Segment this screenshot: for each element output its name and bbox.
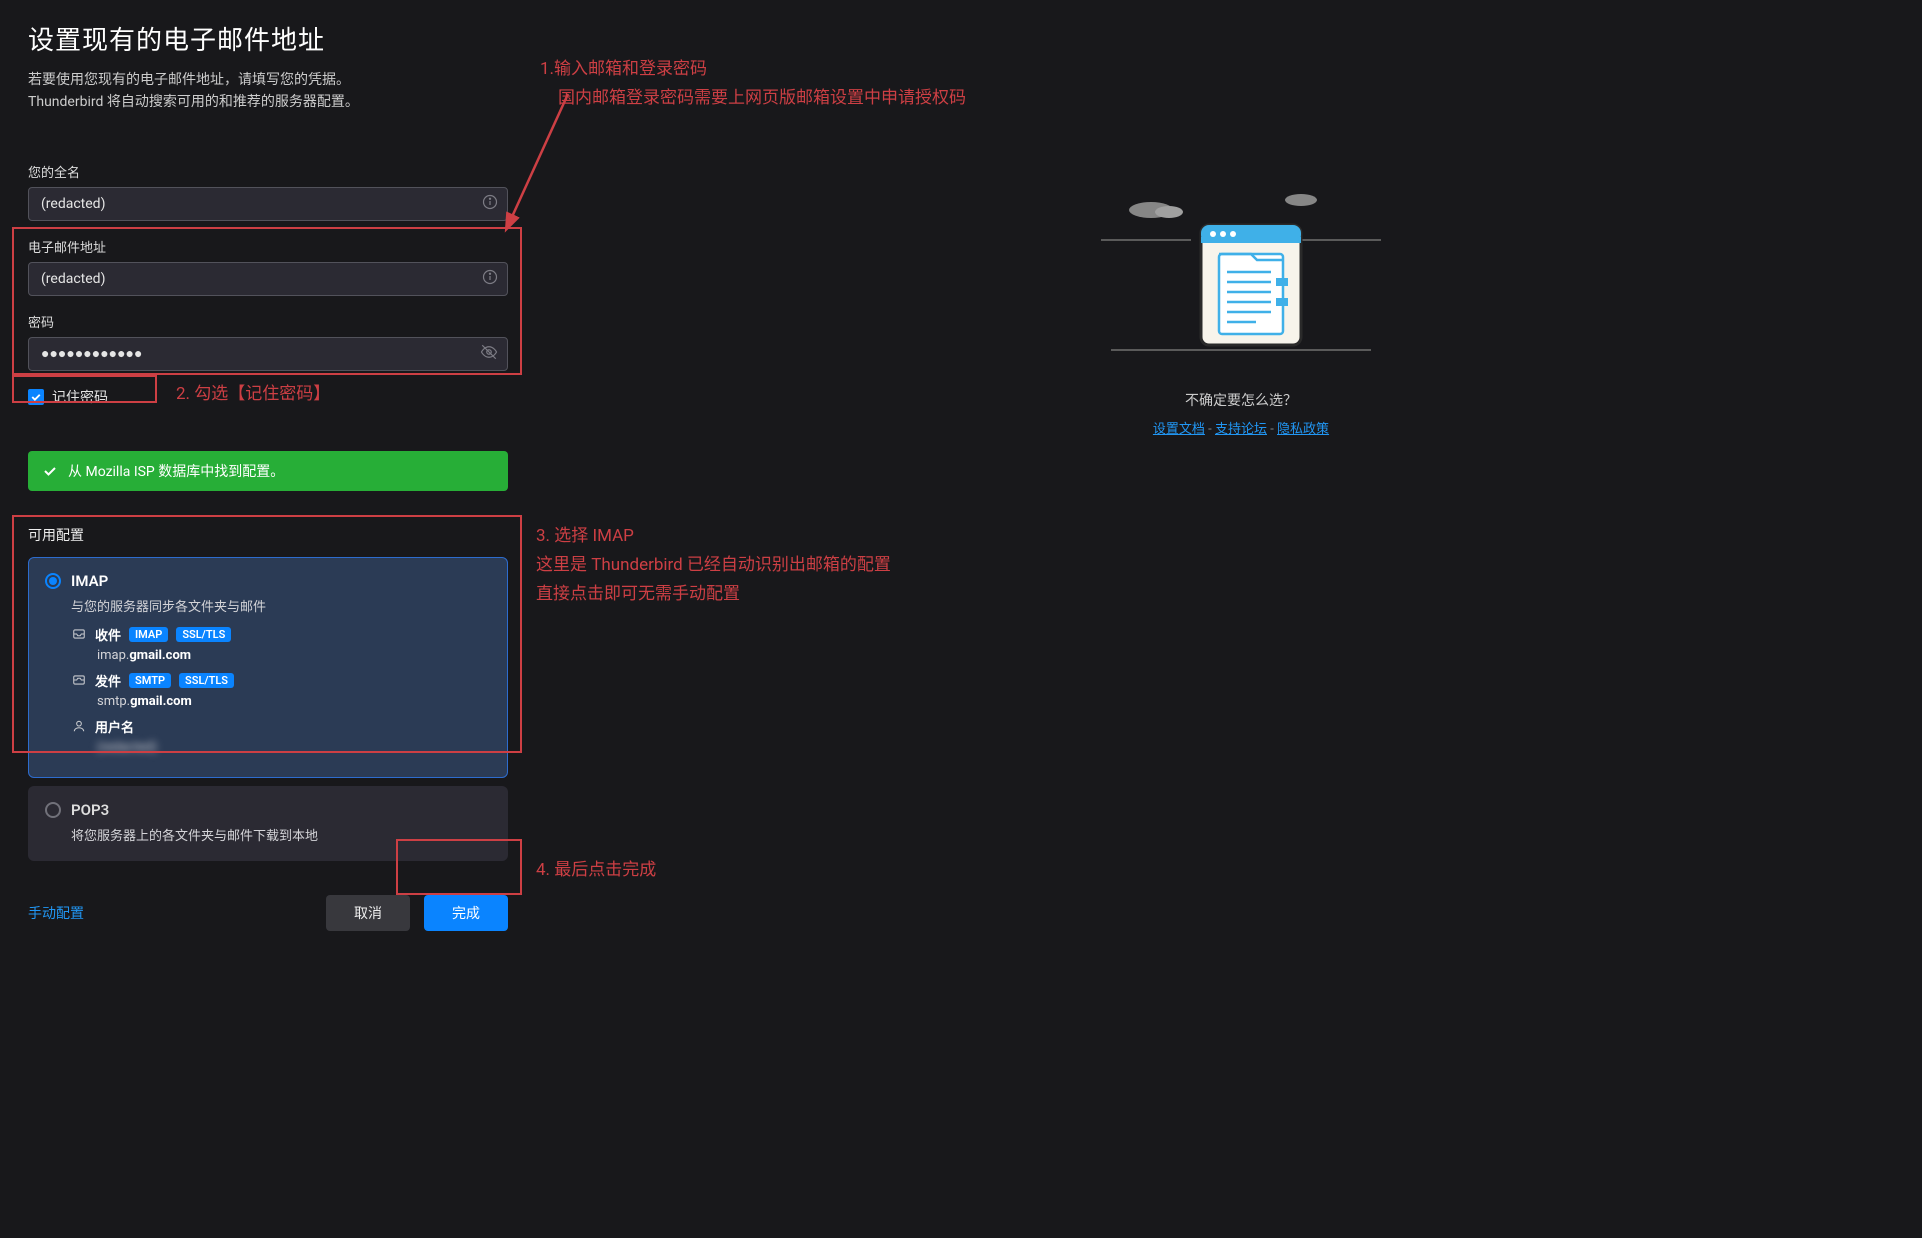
fullname-label: 您的全名	[28, 162, 508, 181]
cancel-button[interactable]: 取消	[326, 895, 410, 931]
user-icon	[71, 719, 87, 733]
remember-password-checkbox[interactable]	[28, 389, 44, 405]
privacy-policy-link[interactable]: 隐私政策	[1277, 422, 1329, 437]
annotation-2: 2. 勾选【记住密码】	[176, 380, 330, 409]
help-unsure-text: 不确定要怎么选？	[1185, 390, 1297, 410]
email-input[interactable]	[28, 262, 508, 296]
config-option-imap[interactable]: IMAP 与您的服务器同步各文件夹与邮件 收件 IMAP SSL/TLS ima…	[28, 557, 508, 778]
outgoing-host: smtp.gmail.com	[97, 694, 491, 709]
email-label: 电子邮件地址	[28, 237, 508, 256]
page-subtitle: 若要使用您现有的电子邮件地址，请填写您的凭据。 Thunderbird 将自动搜…	[28, 69, 508, 114]
success-banner: 从 Mozilla ISP 数据库中找到配置。	[28, 451, 508, 491]
manual-config-link[interactable]: 手动配置	[28, 903, 84, 923]
password-label: 密码	[28, 312, 508, 331]
remember-password-label: 记住密码	[52, 387, 108, 407]
support-forum-link[interactable]: 支持论坛	[1215, 422, 1267, 437]
help-illustration: 不确定要怎么选？ 设置文档 - 支持论坛 - 隐私政策	[1081, 190, 1401, 437]
setup-doc-link[interactable]: 设置文档	[1153, 422, 1205, 437]
info-icon	[482, 194, 498, 214]
username-value: (redacted)	[97, 740, 491, 755]
password-input[interactable]	[28, 337, 508, 371]
inbox-icon	[71, 627, 87, 641]
fullname-input[interactable]	[28, 187, 508, 221]
eye-off-icon[interactable]	[480, 343, 498, 365]
radio-pop3[interactable]	[45, 802, 61, 818]
page-title: 设置现有的电子邮件地址	[28, 20, 508, 57]
radio-imap[interactable]	[45, 573, 61, 589]
config-option-pop3[interactable]: POP3 将您服务器上的各文件夹与邮件下载到本地	[28, 786, 508, 861]
info-icon	[482, 269, 498, 289]
available-config-label: 可用配置	[28, 525, 508, 545]
annotation-1: 1.输入邮箱和登录密码 国内邮箱登录密码需要上网页版邮箱设置中申请授权码	[540, 55, 966, 113]
outbox-icon	[71, 673, 87, 687]
help-links: 设置文档 - 支持论坛 - 隐私政策	[1153, 418, 1329, 437]
done-button[interactable]: 完成	[424, 895, 508, 931]
incoming-host: imap.gmail.com	[97, 648, 491, 663]
